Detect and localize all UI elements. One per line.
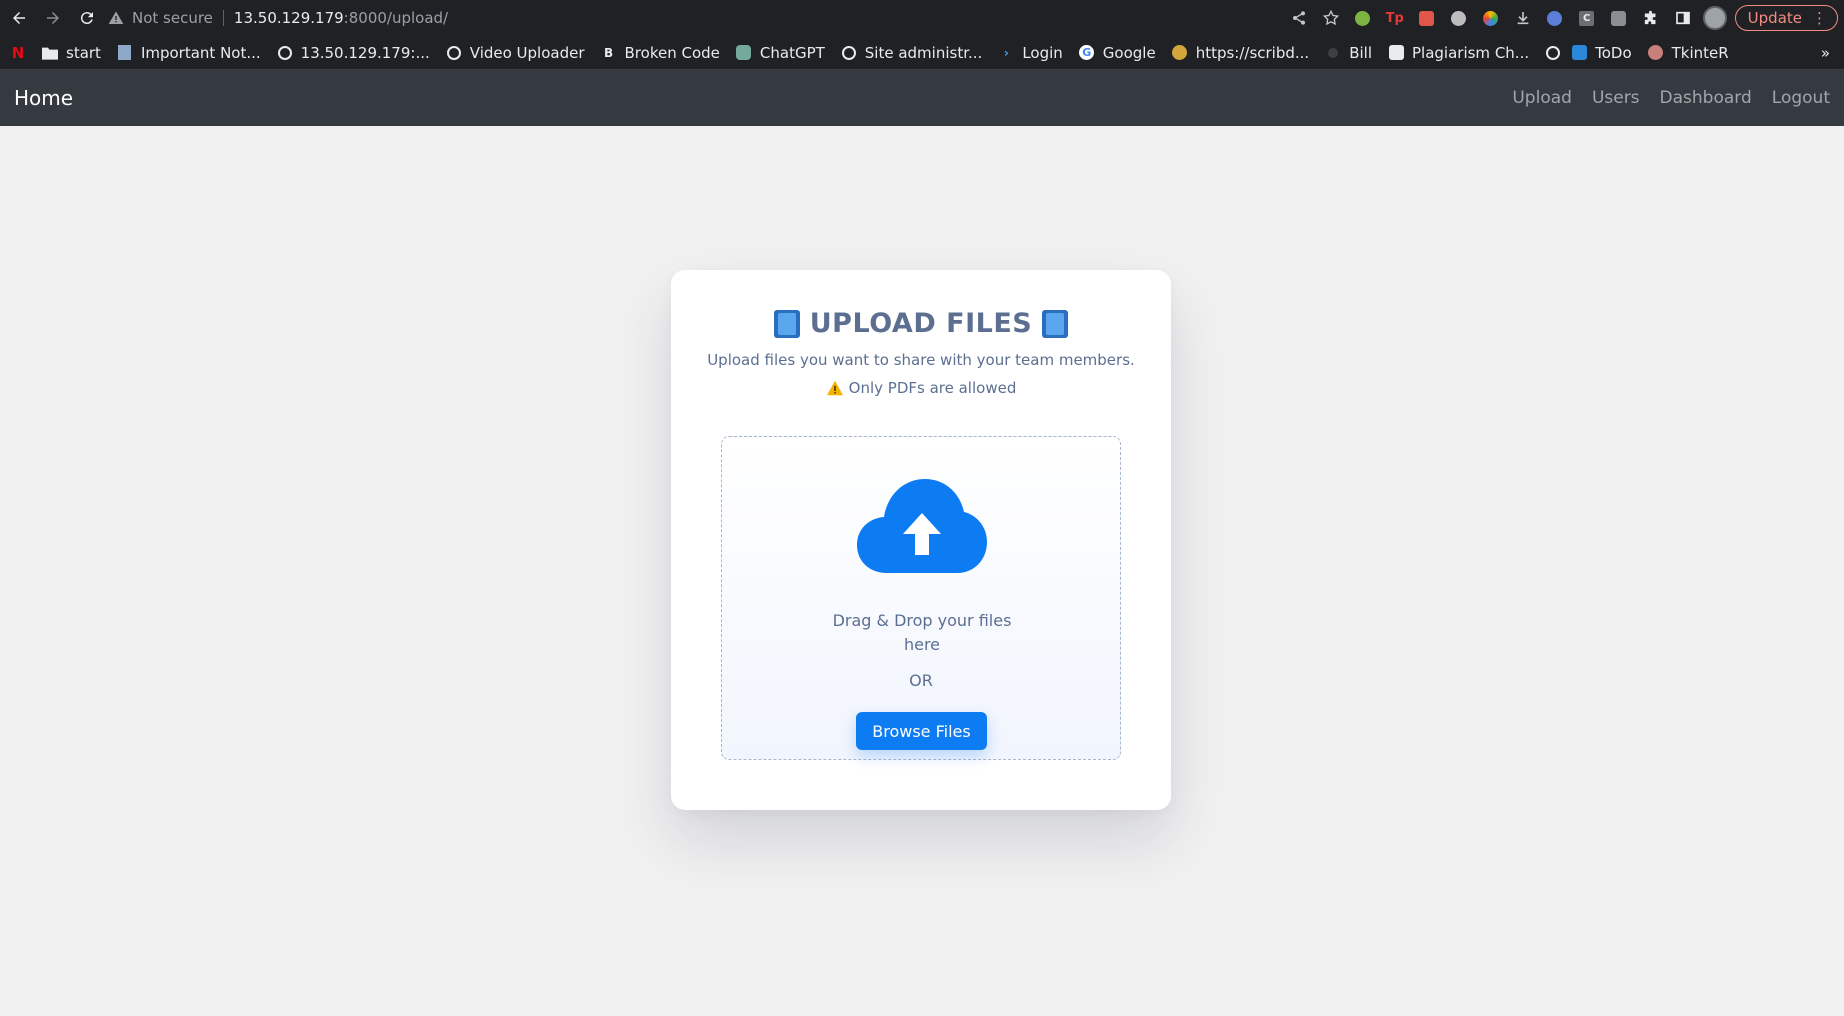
home-link[interactable]: Home (14, 86, 73, 110)
bookmark-label: Plagiarism Ch... (1412, 43, 1530, 62)
cloud-upload-icon (857, 479, 987, 573)
bookmark-label: Video Uploader (469, 43, 585, 62)
bookmark-label: ToDo (1595, 43, 1632, 62)
plagiarism-icon (1388, 45, 1404, 61)
bookmark-label: Login (1022, 43, 1063, 62)
bookmarks-more-button[interactable]: » (1821, 44, 1830, 62)
notes-icon (117, 45, 133, 61)
url-host: 13.50.129.179 (233, 9, 344, 27)
security-label: Not secure (132, 9, 213, 27)
upload-title-row: UPLOAD FILES (671, 308, 1171, 339)
nav-links: Upload Users Dashboard Logout (1512, 88, 1830, 108)
code-icon: B (603, 45, 614, 60)
url-divider (222, 10, 224, 26)
bill-icon (1325, 45, 1341, 61)
bookmark-globe[interactable] (1545, 45, 1561, 61)
bookmark-label: Site administr... (864, 43, 983, 62)
warning-icon (108, 11, 124, 24)
google-icon: G (1079, 45, 1095, 61)
bookmark-broken-code[interactable]: B Broken Code (601, 44, 720, 62)
extension-c-icon[interactable]: C (1575, 6, 1599, 30)
bookmark-label: https://scribd... (1195, 43, 1310, 62)
extension-box-icon[interactable] (1607, 6, 1631, 30)
bookmark-chatgpt[interactable]: ChatGPT (736, 44, 825, 62)
bookmark-label: Broken Code (624, 43, 720, 62)
bookmark-video-uploader[interactable]: Video Uploader (446, 44, 585, 62)
browse-files-button[interactable]: Browse Files (856, 712, 987, 750)
extension-green-icon[interactable] (1351, 6, 1375, 30)
globe-icon (1545, 45, 1561, 61)
bookmark-label: TkinteR (1671, 43, 1729, 62)
bookmark-label: 13.50.129.179:... (300, 43, 430, 62)
browser-actions: Tp C Update ⋮ (1287, 3, 1838, 33)
bookmark-ip-address[interactable]: 13.50.129.179:... (277, 44, 430, 62)
nav-link-upload[interactable]: Upload (1512, 88, 1572, 108)
extension-gray-icon[interactable] (1447, 6, 1471, 30)
download-icon[interactable] (1511, 6, 1535, 30)
bookmark-plagiarism[interactable]: Plagiarism Ch... (1388, 44, 1529, 62)
back-icon[interactable] (4, 3, 34, 33)
bookmark-netflix[interactable]: N (10, 43, 26, 62)
side-panel-icon[interactable] (1671, 6, 1695, 30)
bookmarks-bar: N start Important Not... 13.50.129.179:.… (0, 36, 1844, 70)
upload-title: UPLOAD FILES (809, 308, 1033, 339)
bookmark-bill[interactable]: Bill (1325, 44, 1372, 62)
share-icon[interactable] (1287, 6, 1311, 30)
bookmark-label: Google (1102, 43, 1156, 62)
bookmark-label: start (66, 43, 101, 62)
book-icon (1042, 309, 1069, 338)
bookmark-label: ChatGPT (759, 43, 825, 62)
address-bar[interactable]: Not secure 13.50.129.179:8000/upload/ (108, 3, 1268, 33)
bookmark-folder-start[interactable]: start (42, 44, 101, 62)
extension-color-icon[interactable] (1479, 6, 1503, 30)
upload-card: UPLOAD FILES Upload files you want to sh… (671, 270, 1171, 810)
star-icon[interactable] (1319, 6, 1343, 30)
bookmark-label: Important Not... (140, 43, 261, 62)
url-path: :8000/upload/ (343, 9, 449, 27)
bookmark-google[interactable]: G Google (1079, 44, 1156, 62)
scribd-icon (1172, 45, 1188, 61)
bookmark-important-notes[interactable]: Important Not... (117, 44, 261, 62)
or-divider: OR (909, 671, 933, 690)
update-button[interactable]: Update ⋮ (1734, 5, 1838, 31)
globe-icon (446, 45, 462, 61)
pdf-only-note: Only PDFs are allowed (671, 379, 1171, 397)
folder-icon (42, 45, 58, 61)
login-icon: › (1003, 45, 1009, 60)
nav-link-logout[interactable]: Logout (1772, 88, 1830, 108)
menu-dots-icon: ⋮ (1812, 9, 1827, 27)
extension-red-icon[interactable] (1415, 6, 1439, 30)
book-icon (773, 309, 800, 338)
chatgpt-icon (736, 45, 752, 61)
todo-icon (1571, 45, 1587, 61)
drop-instruction: Drag & Drop your files here (832, 611, 1012, 654)
reload-icon[interactable] (72, 3, 102, 33)
bookmark-label: Bill (1349, 43, 1372, 62)
drop-zone[interactable]: Drag & Drop your files here OR Browse Fi… (721, 436, 1121, 760)
extension-shield-icon[interactable] (1543, 6, 1567, 30)
tkinter-icon (1648, 45, 1664, 61)
nav-link-dashboard[interactable]: Dashboard (1660, 88, 1752, 108)
extension-tp-icon[interactable]: Tp (1383, 6, 1407, 30)
bookmark-site-admin[interactable]: Site administr... (841, 43, 983, 62)
puzzle-icon[interactable] (1639, 6, 1663, 30)
bookmark-scribd[interactable]: https://scribd... (1172, 43, 1310, 62)
bookmark-tkinter[interactable]: TkinteR (1648, 44, 1729, 62)
forward-icon[interactable] (38, 3, 68, 33)
profile-avatar[interactable] (1702, 6, 1727, 30)
upload-subtitle: Upload files you want to share with your… (707, 351, 1135, 369)
warning-icon (826, 380, 843, 396)
nav-link-users[interactable]: Users (1592, 88, 1640, 108)
app-navbar: Home Upload Users Dashboard Logout (0, 70, 1844, 126)
netflix-icon: N (11, 43, 25, 62)
update-label: Update (1747, 9, 1802, 27)
bookmark-todo[interactable]: ToDo (1571, 44, 1632, 62)
pdf-only-text: Only PDFs are allowed (848, 379, 1017, 397)
bookmark-login[interactable]: › Login (998, 43, 1063, 62)
browser-toolbar: Not secure 13.50.129.179:8000/upload/ Tp… (0, 0, 1844, 36)
globe-icon (277, 45, 293, 61)
globe-icon (841, 45, 857, 61)
